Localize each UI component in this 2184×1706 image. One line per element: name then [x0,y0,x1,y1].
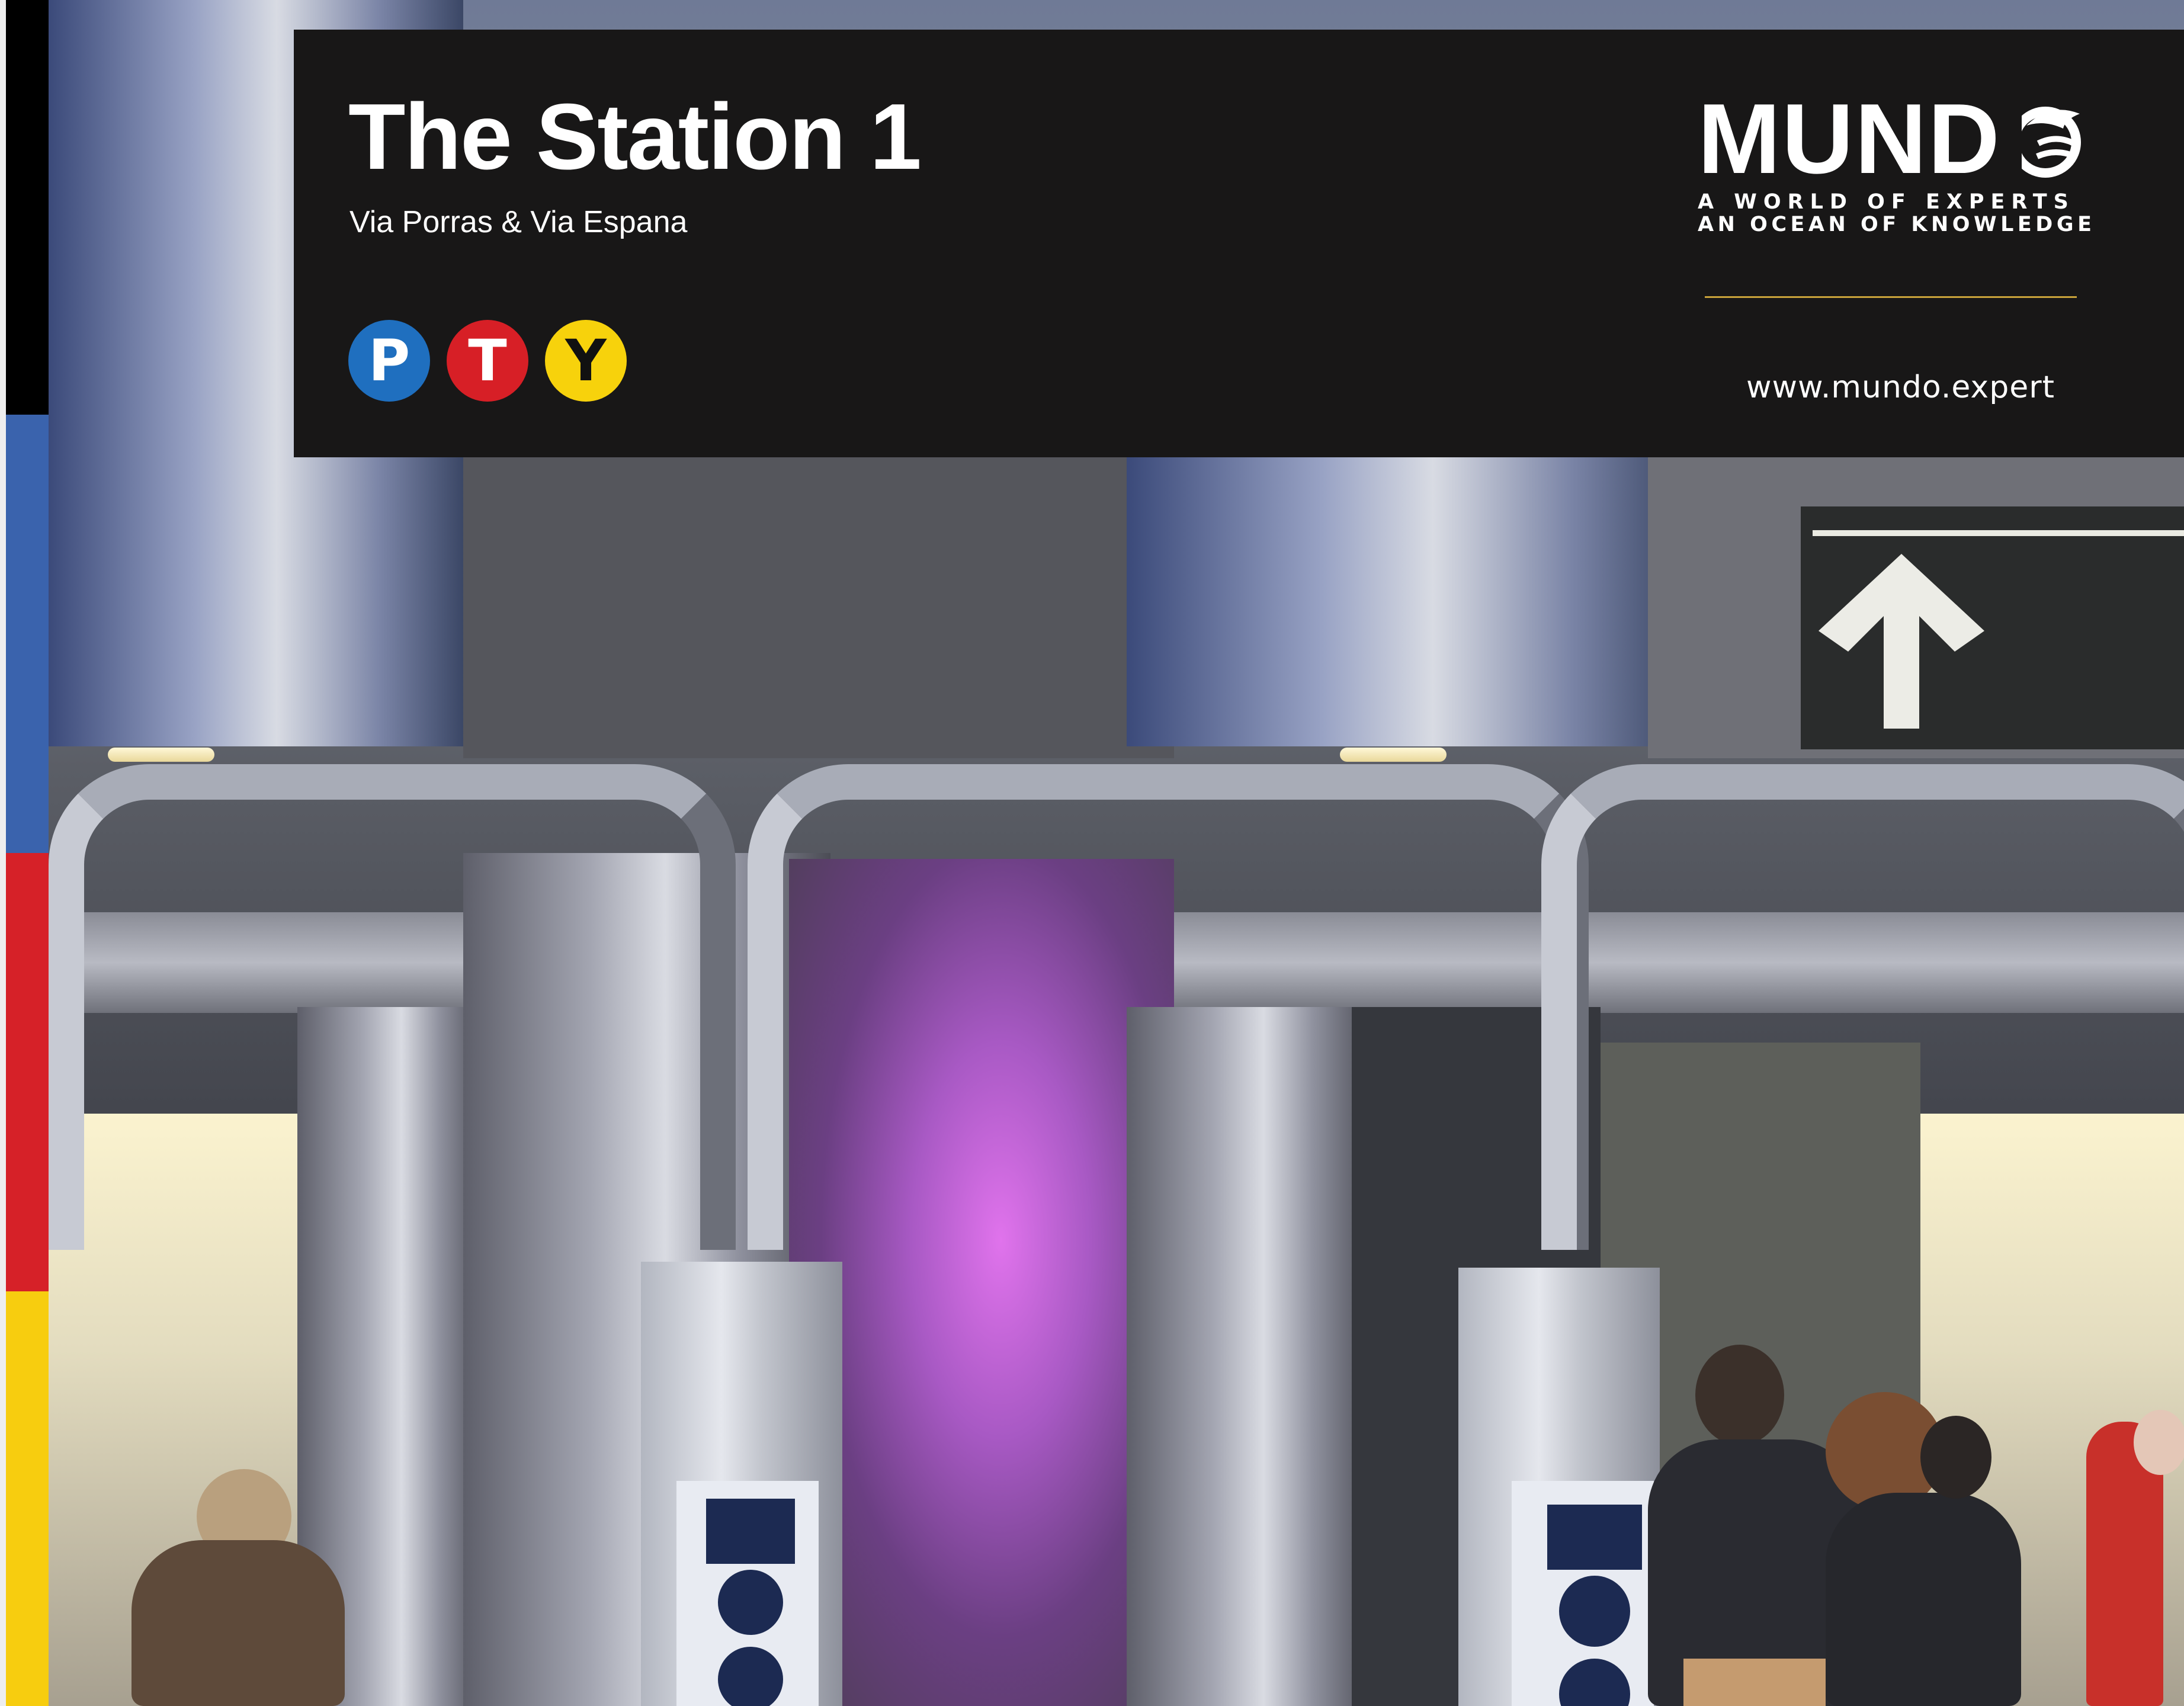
line-badge-y-letter: Y [565,328,607,394]
dolphin-o-icon [2009,102,2081,179]
line-badge-t-letter: T [468,328,507,394]
strip-blue [6,415,49,853]
logo-wordmark-text: MUND [1698,83,2001,194]
line-badge-t: T [447,320,528,402]
line-badges: P T Y [348,320,627,402]
address-subtitle: Via Porras & Via Espana [349,205,688,239]
strip-black [6,0,49,415]
exit-sign [1801,506,2184,749]
mundo-logo: MUND A WORLD OF EXPERTS AN OCEAN OF KNOW… [1698,89,2096,236]
logo-wordmark: MUND [1698,89,2089,190]
strip-yellow [6,1291,49,1706]
website-link[interactable]: www.mundo.expert [1746,370,2055,405]
color-strip [0,0,49,1706]
line-badge-p-letter: P [368,328,410,394]
logo-tagline-2: AN OCEAN OF KNOWLEDGE [1698,213,2096,236]
arrow-up-icon [1819,554,1984,729]
line-badge-y: Y [545,320,627,402]
gold-divider [1705,296,2077,298]
strip-red [6,853,49,1291]
page-title: The Station 1 [348,85,922,189]
line-badge-p: P [348,320,430,402]
